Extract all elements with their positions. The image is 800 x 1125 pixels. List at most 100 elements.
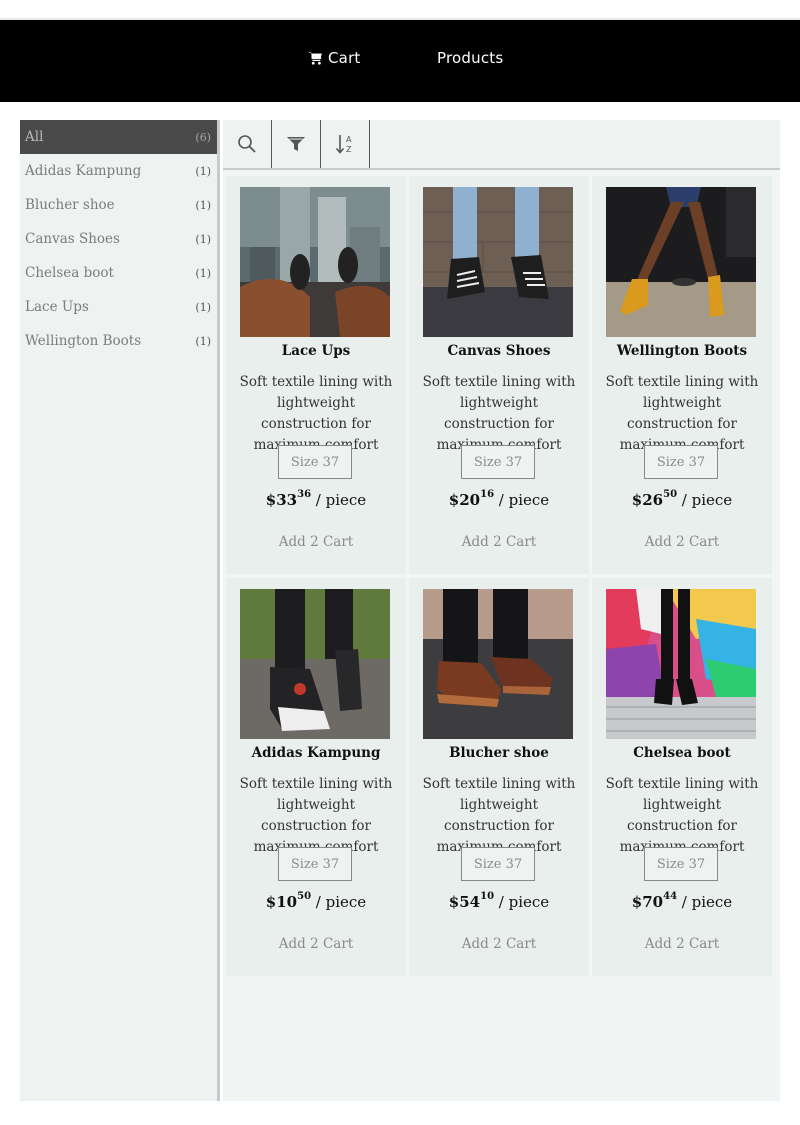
product-image[interactable] xyxy=(240,589,390,739)
nav-products-label: Products xyxy=(437,49,504,67)
sidebar-item-count: (1) xyxy=(195,198,211,212)
product-image[interactable] xyxy=(423,187,573,337)
product-title: Chelsea boot xyxy=(633,745,731,761)
product-description: Soft textile lining with lightweight con… xyxy=(422,374,576,453)
sidebar-item-wellington-boots[interactable]: Wellington Boots (1) xyxy=(20,324,217,358)
nav-cart-label: Cart xyxy=(328,49,361,67)
product-description: Soft textile lining with lightweight con… xyxy=(239,776,393,855)
product-card: Wellington Boots Soft textile lining wit… xyxy=(592,176,772,574)
sidebar-item-count: (6) xyxy=(195,130,211,144)
product-image[interactable] xyxy=(606,187,756,337)
cart-icon xyxy=(308,51,322,65)
price-cents: 44 xyxy=(663,891,678,902)
product-description: Soft textile lining with lightweight con… xyxy=(422,776,576,855)
price-unit: / piece xyxy=(311,491,367,509)
price-dollars: $20 xyxy=(448,491,481,509)
svg-text:A: A xyxy=(346,135,352,144)
canvas-shoes-photo xyxy=(423,187,573,337)
adidas-kampung-photo xyxy=(240,589,390,739)
price-cents: 36 xyxy=(297,489,312,500)
price-unit: / piece xyxy=(311,893,367,911)
sidebar-item-label: Adidas Kampung xyxy=(25,163,142,179)
price-dollars: $33 xyxy=(265,491,298,509)
size-select[interactable]: Size 37 xyxy=(278,847,352,881)
sidebar-item-canvas-shoes[interactable]: Canvas Shoes (1) xyxy=(20,222,217,256)
product-title: Lace Ups xyxy=(281,343,351,359)
product-description: Soft textile lining with lightweight con… xyxy=(605,776,759,855)
lace-ups-photo xyxy=(240,187,390,337)
product-grid: Lace Ups Soft textile lining with lightw… xyxy=(226,176,772,976)
sidebar-item-all[interactable]: All (6) xyxy=(20,120,217,154)
nav-cart-link[interactable]: Cart xyxy=(308,49,361,67)
sidebar-item-count: (1) xyxy=(195,300,211,314)
size-select[interactable]: Size 37 xyxy=(644,445,718,479)
price-dollars: $70 xyxy=(631,893,664,911)
sidebar-item-lace-ups[interactable]: Lace Ups (1) xyxy=(20,290,217,324)
sidebar-item-count: (1) xyxy=(195,164,211,178)
size-select[interactable]: Size 37 xyxy=(461,847,535,881)
product-price: $1050 / piece xyxy=(226,891,406,911)
sidebar-item-label: Chelsea boot xyxy=(25,265,114,281)
product-description: Soft textile lining with lightweight con… xyxy=(239,374,393,453)
product-card: Lace Ups Soft textile lining with lightw… xyxy=(226,176,406,574)
product-image[interactable] xyxy=(606,589,756,739)
price-cents: 10 xyxy=(480,891,495,902)
sort-button[interactable]: A Z xyxy=(321,120,370,168)
sidebar-item-label: Wellington Boots xyxy=(25,333,142,349)
product-title: Wellington Boots xyxy=(616,343,748,359)
sidebar-item-count: (1) xyxy=(195,334,211,348)
price-cents: 50 xyxy=(297,891,312,902)
price-dollars: $54 xyxy=(448,893,481,911)
product-price: $7044 / piece xyxy=(592,891,772,911)
price-cents: 16 xyxy=(480,489,495,500)
add-to-cart-button[interactable]: Add 2 Cart xyxy=(226,936,406,952)
navbar: Cart Products xyxy=(0,20,800,102)
category-sidebar: All (6) Adidas Kampung (1) Blucher shoe … xyxy=(20,120,220,1101)
product-image[interactable] xyxy=(240,187,390,337)
filter-icon xyxy=(287,137,305,151)
price-unit: / piece xyxy=(494,893,550,911)
product-price: $2016 / piece xyxy=(409,489,589,509)
add-to-cart-button[interactable]: Add 2 Cart xyxy=(409,936,589,952)
price-unit: / piece xyxy=(494,491,550,509)
sidebar-item-label: All xyxy=(25,129,44,145)
product-description: Soft textile lining with lightweight con… xyxy=(605,374,759,453)
product-price: $3336 / piece xyxy=(226,489,406,509)
product-price: $5410 / piece xyxy=(409,891,589,911)
sidebar-item-chelsea-boot[interactable]: Chelsea boot (1) xyxy=(20,256,217,290)
product-image[interactable] xyxy=(423,589,573,739)
sidebar-item-label: Lace Ups xyxy=(25,299,89,315)
price-dollars: $10 xyxy=(265,893,298,911)
top-strip xyxy=(0,0,800,20)
sidebar-item-blucher-shoe[interactable]: Blucher shoe (1) xyxy=(20,188,217,222)
sidebar-item-count: (1) xyxy=(195,232,211,246)
product-card: Chelsea boot Soft textile lining with li… xyxy=(592,578,772,976)
filter-button[interactable] xyxy=(272,120,321,168)
sidebar-item-label: Blucher shoe xyxy=(25,197,115,213)
product-card: Blucher shoe Soft textile lining with li… xyxy=(409,578,589,976)
price-unit: / piece xyxy=(677,893,733,911)
size-select[interactable]: Size 37 xyxy=(278,445,352,479)
product-title: Blucher shoe xyxy=(449,745,549,761)
product-card: Canvas Shoes Soft textile lining with li… xyxy=(409,176,589,574)
add-to-cart-button[interactable]: Add 2 Cart xyxy=(592,534,772,550)
search-button[interactable] xyxy=(223,120,272,168)
size-select[interactable]: Size 37 xyxy=(461,445,535,479)
add-to-cart-button[interactable]: Add 2 Cart xyxy=(409,534,589,550)
product-title: Adidas Kampung xyxy=(251,745,381,761)
sort-alpha-icon: A Z xyxy=(335,135,352,154)
toolbar: A Z xyxy=(223,120,780,170)
product-card: Adidas Kampung Soft textile lining with … xyxy=(226,578,406,976)
product-price: $2650 / piece xyxy=(592,489,772,509)
sidebar-item-adidas-kampung[interactable]: Adidas Kampung (1) xyxy=(20,154,217,188)
search-icon xyxy=(238,135,256,153)
product-area: A Z Lace Ups Soft textile lining with li… xyxy=(223,120,780,1101)
add-to-cart-button[interactable]: Add 2 Cart xyxy=(592,936,772,952)
chelsea-boot-photo xyxy=(606,589,756,739)
add-to-cart-button[interactable]: Add 2 Cart xyxy=(226,534,406,550)
sidebar-item-count: (1) xyxy=(195,266,211,280)
price-unit: / piece xyxy=(677,491,733,509)
product-title: Canvas Shoes xyxy=(447,343,551,359)
size-select[interactable]: Size 37 xyxy=(644,847,718,881)
nav-products-link[interactable]: Products xyxy=(437,49,503,67)
